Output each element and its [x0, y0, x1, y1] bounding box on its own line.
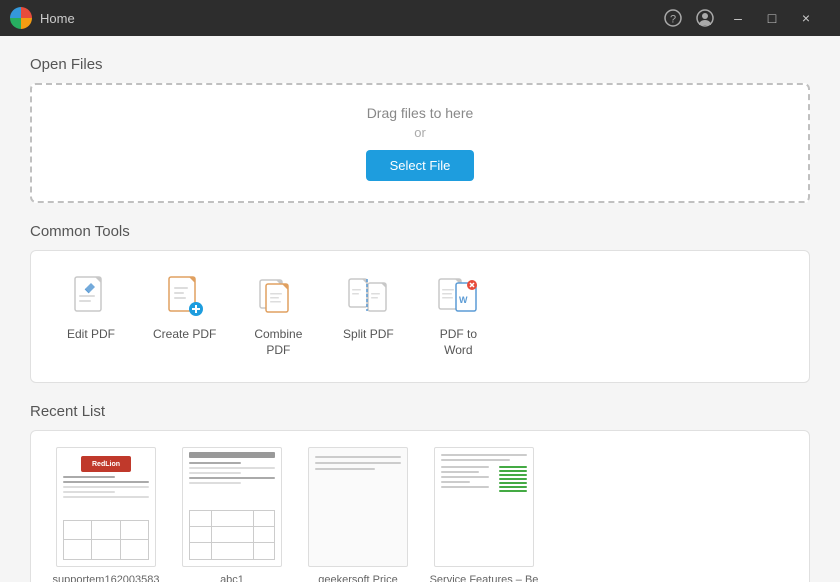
recent-list-section: Recent List RedLion: [30, 403, 810, 582]
or-text: or: [414, 125, 426, 140]
select-file-button[interactable]: Select File: [366, 150, 475, 181]
split-pdf-label: Split PDF: [343, 327, 394, 343]
svg-text:W: W: [459, 295, 468, 305]
recent-item-1[interactable]: RedLion: [51, 447, 161, 582]
open-files-dropzone[interactable]: Drag files to here or Select File: [30, 83, 810, 203]
edit-pdf-icon: [69, 275, 113, 319]
edit-pdf-label: Edit PDF: [67, 327, 115, 343]
recent-list-section-title: Recent List: [30, 403, 810, 420]
recent-thumb-4: [434, 447, 534, 567]
recent-label-1: supportem16200358316128!: [51, 573, 161, 582]
recent-thumb-1: RedLion: [56, 447, 156, 567]
tool-split-pdf[interactable]: Split PDF: [328, 267, 408, 366]
title-bar-title: Home: [40, 11, 75, 26]
create-pdf-icon: [163, 275, 207, 319]
recent-label-3: geekersoft Price: [318, 573, 397, 582]
main-content: Open Files Drag files to here or Select …: [0, 36, 840, 582]
recent-item-3[interactable]: geekersoft Price: [303, 447, 413, 582]
help-icon-btn[interactable]: ?: [660, 5, 686, 31]
help-icon: ?: [664, 9, 682, 27]
svg-text:?: ?: [670, 14, 676, 26]
title-bar-left: Home: [10, 7, 75, 29]
recent-item-4[interactable]: Service Features – Best Data Recovery So…: [429, 447, 539, 582]
recent-label-4: Service Features – Best Data Recovery So…: [429, 573, 539, 582]
drag-text: Drag files to here: [367, 105, 474, 121]
maximize-button[interactable]: □: [758, 8, 786, 28]
pdf-to-word-label: PDF toWord: [440, 327, 477, 358]
common-tools-section-title: Common Tools: [30, 223, 810, 240]
tools-box: Edit PDF Create PDF: [30, 250, 810, 383]
user-icon-btn[interactable]: [692, 5, 718, 31]
common-tools-section: Common Tools Edit PDF: [30, 223, 810, 383]
tool-pdf-to-word[interactable]: W PDF toWord: [418, 267, 498, 366]
tool-combine-pdf[interactable]: CombinePDF: [238, 267, 318, 366]
pdf-to-word-icon: W: [436, 275, 480, 319]
app-logo: [10, 7, 32, 29]
header-icons: ? – □ ×: [660, 5, 820, 31]
combine-pdf-label: CombinePDF: [254, 327, 302, 358]
open-files-section-title: Open Files: [30, 56, 810, 73]
tool-create-pdf[interactable]: Create PDF: [141, 267, 228, 366]
recent-thumb-2: [182, 447, 282, 567]
recent-item-2[interactable]: abc1: [177, 447, 287, 582]
tool-edit-pdf[interactable]: Edit PDF: [51, 267, 131, 366]
recent-list-box: RedLion: [30, 430, 810, 582]
create-pdf-label: Create PDF: [153, 327, 216, 343]
title-bar: Home ? – □ ×: [0, 0, 840, 36]
combine-pdf-icon: [256, 275, 300, 319]
split-pdf-icon: [346, 275, 390, 319]
minimize-button[interactable]: –: [724, 8, 752, 28]
close-button[interactable]: ×: [792, 8, 820, 28]
user-icon: [696, 9, 714, 27]
recent-thumb-3: [308, 447, 408, 567]
recent-label-2: abc1: [220, 573, 244, 582]
